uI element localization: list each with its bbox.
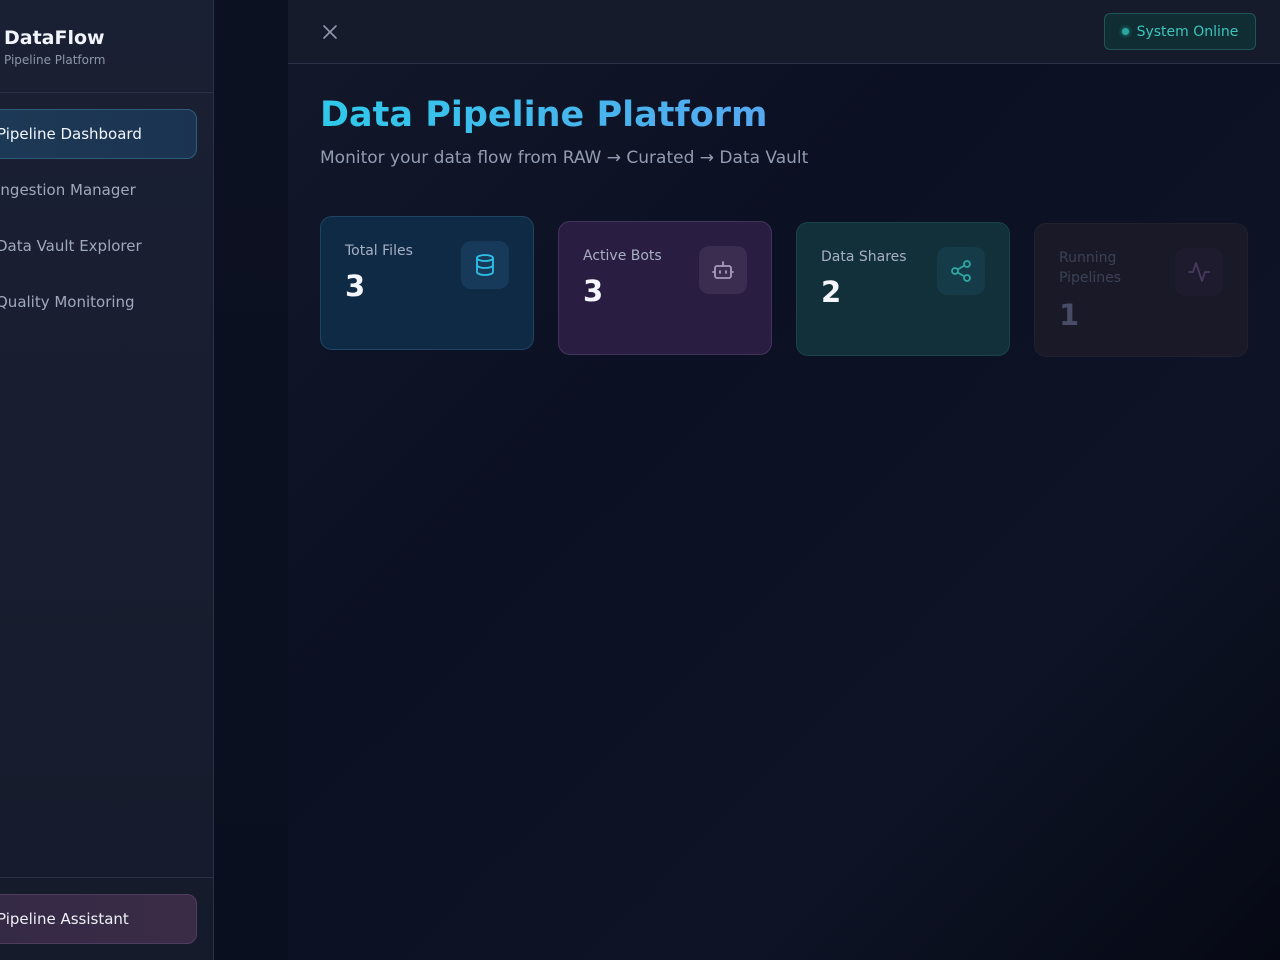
sidebar-divider [0,877,213,878]
pipeline-assistant-button[interactable]: Pipeline Assistant [0,894,197,944]
stat-card-label: Running Pipelines [1059,250,1122,286]
stat-card-data-shares[interactable]: Data Shares 2 [796,222,1010,356]
sidebar-item-label: Ingestion Manager [0,181,136,199]
page-subtitle: Monitor your data flow from RAW → Curate… [320,148,809,168]
stat-card-label: Active Bots [583,248,662,264]
close-icon [323,25,337,39]
page-title: Data Pipeline Platform [320,95,768,135]
brand-subtitle: Pipeline Platform [4,53,106,67]
sidebar-gutter [214,0,288,960]
stat-card-active-bots[interactable]: Active Bots 3 [558,221,772,355]
bot-icon [699,246,747,294]
system-status-badge: System Online [1104,13,1256,50]
status-label: System Online [1136,23,1239,40]
brand-title: DataFlow [4,27,105,49]
status-dot-icon [1121,28,1129,35]
activity-icon [1175,248,1223,296]
sidebar-divider [0,92,213,93]
assistant-label: Pipeline Assistant [0,910,129,928]
sidebar-item-quality-monitoring[interactable]: Quality Monitoring [0,277,197,327]
sidebar-item-data-vault-explorer[interactable]: Data Vault Explorer [0,221,197,271]
app-window: DataFlow Pipeline Platform Pipeline Dash… [0,0,1280,960]
stat-card-running-pipelines[interactable]: Running Pipelines 1 [1034,223,1248,357]
sidebar-item-label: Data Vault Explorer [0,237,142,255]
stat-card-value: 1 [1059,298,1080,332]
sidebar-item-label: Pipeline Dashboard [0,125,142,143]
sidebar-item-label: Quality Monitoring [0,293,135,311]
database-icon [461,241,509,289]
close-button[interactable] [318,20,342,44]
stat-card-label: Total Files [345,243,413,259]
sidebar-item-ingestion-manager[interactable]: Ingestion Manager [0,165,197,215]
sidebar: DataFlow Pipeline Platform Pipeline Dash… [0,0,214,960]
stat-card-label: Data Shares [821,249,907,265]
stat-card-total-files[interactable]: Total Files 3 [320,216,534,350]
brand: DataFlow Pipeline Platform [4,27,105,67]
sidebar-item-pipeline-dashboard[interactable]: Pipeline Dashboard [0,109,197,159]
share-icon [937,247,985,295]
top-bar: System Online [288,0,1280,64]
